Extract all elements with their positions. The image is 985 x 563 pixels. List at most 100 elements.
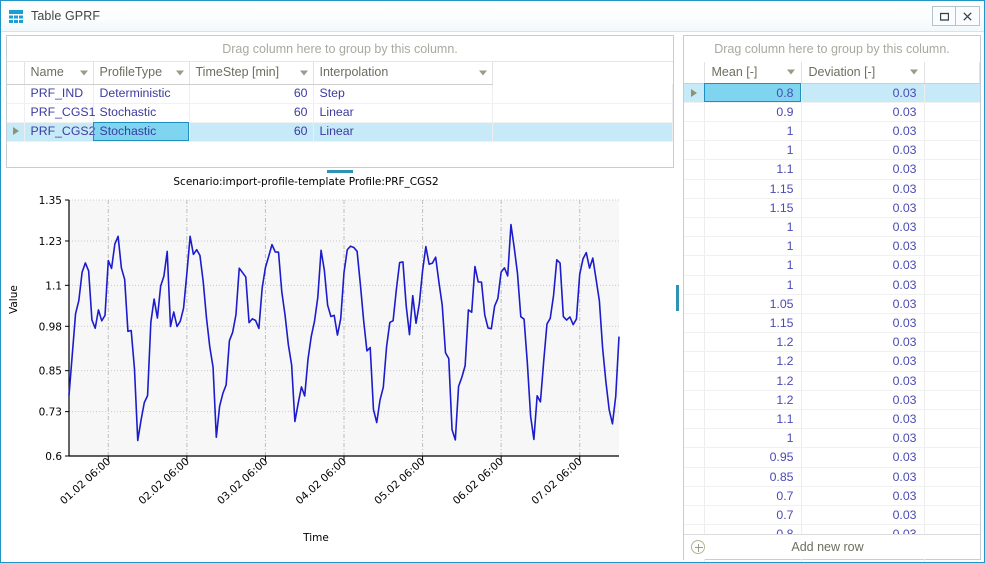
cell-deviation[interactable]: 0.03 bbox=[801, 467, 924, 486]
cell-deviation[interactable]: 0.03 bbox=[801, 179, 924, 198]
table-row[interactable]: 0.80.03 bbox=[684, 83, 980, 102]
table-row[interactable]: 1.20.03 bbox=[684, 390, 980, 409]
cell-name[interactable]: PRF_IND bbox=[24, 84, 93, 103]
table-row[interactable]: 10.03 bbox=[684, 429, 980, 448]
cell-deviation[interactable]: 0.03 bbox=[801, 429, 924, 448]
table-row[interactable]: PRF_CGS2Stochastic60Linear bbox=[7, 122, 673, 141]
table-row[interactable]: 0.850.03 bbox=[684, 467, 980, 486]
cell-name[interactable]: PRF_CGS1 bbox=[24, 103, 93, 122]
cell-deviation[interactable]: 0.03 bbox=[801, 102, 924, 121]
table-row[interactable]: 10.03 bbox=[684, 141, 980, 160]
cell-deviation[interactable]: 0.03 bbox=[801, 121, 924, 140]
table-row[interactable]: 10.03 bbox=[684, 275, 980, 294]
cell-mean[interactable]: 1.15 bbox=[704, 179, 801, 198]
cell-deviation[interactable]: 0.03 bbox=[801, 333, 924, 352]
table-row[interactable]: 1.20.03 bbox=[684, 371, 980, 390]
cell-mean[interactable]: 1.1 bbox=[704, 160, 801, 179]
filter-icon[interactable] bbox=[80, 70, 88, 75]
table-row[interactable]: 10.03 bbox=[684, 237, 980, 256]
cell-deviation[interactable]: 0.03 bbox=[801, 256, 924, 275]
cell-deviation[interactable]: 0.03 bbox=[801, 313, 924, 332]
cell-mean[interactable]: 0.95 bbox=[704, 448, 801, 467]
cell-deviation[interactable]: 0.03 bbox=[801, 448, 924, 467]
cell-profiletype[interactable]: Deterministic bbox=[93, 84, 189, 103]
cell-mean[interactable]: 1 bbox=[704, 141, 801, 160]
cell-name[interactable]: PRF_CGS2 bbox=[24, 122, 93, 141]
cell-mean[interactable]: 1.2 bbox=[704, 333, 801, 352]
cell-mean[interactable]: 0.7 bbox=[704, 505, 801, 524]
table-row[interactable]: 1.10.03 bbox=[684, 160, 980, 179]
cell-profiletype[interactable]: Stochastic bbox=[93, 122, 189, 141]
cell-mean[interactable]: 1 bbox=[704, 275, 801, 294]
cell-deviation[interactable]: 0.03 bbox=[801, 141, 924, 160]
cell-mean[interactable]: 0.9 bbox=[704, 102, 801, 121]
table-row[interactable]: 0.950.03 bbox=[684, 448, 980, 467]
table-row[interactable]: 1.20.03 bbox=[684, 352, 980, 371]
table-row[interactable]: 10.03 bbox=[684, 121, 980, 140]
cell-timestep[interactable]: 60 bbox=[189, 103, 313, 122]
cell-profiletype[interactable]: Stochastic bbox=[93, 103, 189, 122]
cell-timestep[interactable]: 60 bbox=[189, 84, 313, 103]
column-header-name[interactable]: Name bbox=[24, 62, 93, 84]
right-group-by-dropzone[interactable]: Drag column here to group by this column… bbox=[684, 36, 980, 62]
vertical-splitter[interactable] bbox=[675, 35, 681, 560]
table-row[interactable]: 10.03 bbox=[684, 217, 980, 236]
cell-deviation[interactable]: 0.03 bbox=[801, 275, 924, 294]
cell-deviation[interactable]: 0.03 bbox=[801, 486, 924, 505]
cell-deviation[interactable]: 0.03 bbox=[801, 237, 924, 256]
cell-deviation[interactable]: 0.03 bbox=[801, 352, 924, 371]
table-row[interactable]: PRF_INDDeterministic60Step bbox=[7, 84, 673, 103]
filter-icon[interactable] bbox=[787, 70, 795, 75]
cell-mean[interactable]: 0.85 bbox=[704, 467, 801, 486]
cell-mean[interactable]: 1.1 bbox=[704, 409, 801, 428]
cell-mean[interactable]: 1.2 bbox=[704, 371, 801, 390]
cell-deviation[interactable]: 0.03 bbox=[801, 198, 924, 217]
table-row[interactable]: 0.70.03 bbox=[684, 486, 980, 505]
cell-timestep[interactable]: 60 bbox=[189, 122, 313, 141]
close-button[interactable] bbox=[956, 6, 980, 26]
plus-circle-icon[interactable] bbox=[691, 540, 705, 554]
restore-button[interactable] bbox=[932, 6, 956, 26]
cell-mean[interactable]: 1.2 bbox=[704, 352, 801, 371]
left-group-by-dropzone[interactable]: Drag column here to group by this column… bbox=[7, 36, 673, 62]
cell-deviation[interactable]: 0.03 bbox=[801, 409, 924, 428]
cell-deviation[interactable]: 0.03 bbox=[801, 160, 924, 179]
cell-mean[interactable]: 1.15 bbox=[704, 313, 801, 332]
filter-icon[interactable] bbox=[479, 70, 487, 75]
cell-mean[interactable]: 1 bbox=[704, 237, 801, 256]
cell-mean[interactable]: 1 bbox=[704, 256, 801, 275]
column-header-profiletype[interactable]: ProfileType bbox=[93, 62, 189, 84]
cell-mean[interactable]: 1 bbox=[704, 121, 801, 140]
cell-mean[interactable]: 1.15 bbox=[704, 198, 801, 217]
table-row[interactable]: 10.03 bbox=[684, 256, 980, 275]
table-row[interactable]: PRF_CGS1Stochastic60Linear bbox=[7, 103, 673, 122]
cell-mean[interactable]: 1 bbox=[704, 429, 801, 448]
table-row[interactable]: 1.150.03 bbox=[684, 313, 980, 332]
filter-icon[interactable] bbox=[300, 70, 308, 75]
filter-icon[interactable] bbox=[910, 70, 918, 75]
cell-deviation[interactable]: 0.03 bbox=[801, 390, 924, 409]
filter-icon[interactable] bbox=[176, 70, 184, 75]
cell-mean[interactable]: 1.2 bbox=[704, 390, 801, 409]
cell-mean[interactable]: 0.7 bbox=[704, 486, 801, 505]
table-row[interactable]: 1.20.03 bbox=[684, 333, 980, 352]
column-header-deviation[interactable]: Deviation [-] bbox=[801, 62, 924, 83]
cell-interpolation[interactable]: Linear bbox=[313, 122, 493, 141]
cell-deviation[interactable]: 0.03 bbox=[801, 505, 924, 524]
cell-interpolation[interactable]: Linear bbox=[313, 103, 493, 122]
table-row[interactable]: 0.90.03 bbox=[684, 102, 980, 121]
cell-mean[interactable]: 0.8 bbox=[704, 83, 801, 102]
table-row[interactable]: 1.050.03 bbox=[684, 294, 980, 313]
cell-deviation[interactable]: 0.03 bbox=[801, 83, 924, 102]
cell-deviation[interactable]: 0.03 bbox=[801, 371, 924, 390]
vertical-splitter-grip[interactable] bbox=[676, 285, 679, 311]
column-header-interpolation[interactable]: Interpolation bbox=[313, 62, 493, 84]
cell-mean[interactable]: 1 bbox=[704, 217, 801, 236]
table-row[interactable]: 1.150.03 bbox=[684, 198, 980, 217]
cell-deviation[interactable]: 0.03 bbox=[801, 294, 924, 313]
table-row[interactable]: 1.150.03 bbox=[684, 179, 980, 198]
cell-deviation[interactable]: 0.03 bbox=[801, 217, 924, 236]
table-row[interactable]: 0.70.03 bbox=[684, 505, 980, 524]
cell-mean[interactable]: 1.05 bbox=[704, 294, 801, 313]
column-header-mean[interactable]: Mean [-] bbox=[704, 62, 801, 83]
